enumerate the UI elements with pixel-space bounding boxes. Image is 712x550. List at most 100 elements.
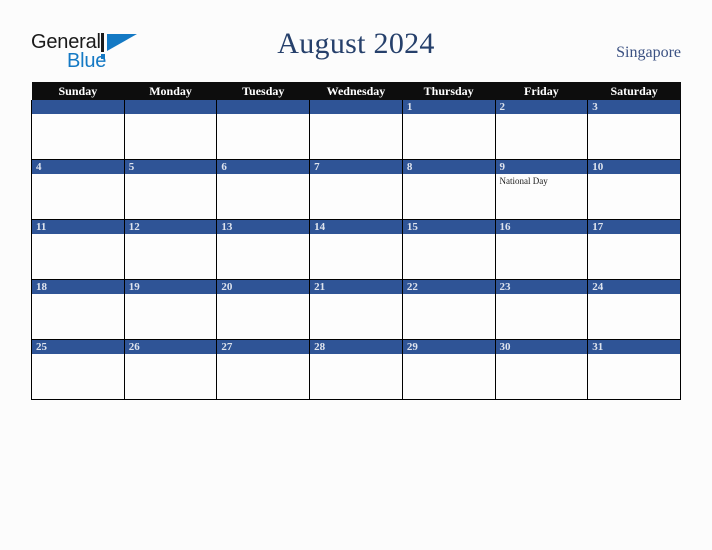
day-events [125,234,217,236]
day-number: 10 [588,160,680,174]
day-events [403,114,495,116]
day-number: 28 [310,340,402,354]
calendar-day-cell[interactable]: 9 National Day [494,159,589,220]
calendar-day-cell[interactable]: 17 [587,219,681,280]
day-events [125,174,217,176]
calendar-day-cell[interactable]: 23 [494,279,589,340]
day-number: 30 [495,340,588,354]
calendar-empty-cell[interactable] [123,100,218,160]
day-events [32,354,124,356]
weekday-header-wednesday: Wednesday [309,82,403,100]
day-number: 7 [310,160,402,174]
calendar-day-cell[interactable]: 26 [123,339,218,400]
day-number: 22 [402,280,495,294]
calendar-page: General Blue August 2024 Singapore Sunda… [0,0,712,550]
calendar-day-cell[interactable]: 8 [401,159,496,220]
day-events [588,174,680,176]
weekday-header-saturday: Saturday [587,82,681,100]
day-number [217,100,310,114]
calendar-day-cell[interactable]: 29 [401,339,496,400]
calendar-day-cell[interactable]: 15 [401,219,496,280]
day-events [125,294,217,296]
day-number: 14 [310,220,402,234]
day-events [310,114,402,116]
day-events [217,114,309,116]
calendar-day-cell[interactable]: 1 [401,100,496,160]
calendar-empty-cell[interactable] [216,100,311,160]
calendar-day-cell[interactable]: 25 [31,339,125,400]
calendar-day-cell[interactable]: 18 [31,279,125,340]
calendar-day-cell[interactable]: 12 [123,219,218,280]
calendar-day-cell[interactable]: 19 [123,279,218,340]
calendar-day-cell[interactable]: 3 [587,100,681,160]
day-number [32,100,124,114]
day-number [124,100,217,114]
day-events [403,234,495,236]
calendar-week-row: 4 5 6 7 8 9 National Day 10 [31,159,681,220]
day-number: 18 [32,280,124,294]
calendar-day-cell[interactable]: 16 [494,219,589,280]
day-events [588,114,680,116]
calendar-week-row: 18 19 20 21 22 23 24 [31,279,681,340]
calendar-day-cell[interactable]: 10 [587,159,681,220]
calendar-day-cell[interactable]: 4 [31,159,125,220]
day-number: 25 [32,340,124,354]
day-events [403,174,495,176]
day-number: 21 [310,280,402,294]
day-number: 9 [495,160,588,174]
day-number [310,100,402,114]
day-events [496,354,588,356]
holiday-event-label: National Day [499,176,548,186]
calendar-day-cell[interactable]: 20 [216,279,311,340]
day-number: 11 [32,220,124,234]
day-number: 31 [588,340,680,354]
calendar-day-cell[interactable]: 27 [216,339,311,400]
day-events: National Day [496,174,588,187]
day-number: 20 [217,280,310,294]
day-number: 6 [217,160,310,174]
day-number: 19 [124,280,217,294]
calendar-week-row: 25 26 27 28 29 30 31 [31,339,681,400]
calendar-day-cell[interactable]: 14 [309,219,403,280]
day-number: 23 [495,280,588,294]
day-events [588,354,680,356]
calendar-day-cell[interactable]: 7 [309,159,403,220]
calendar-day-cell[interactable]: 2 [494,100,589,160]
calendar-empty-cell[interactable] [31,100,125,160]
day-events [310,354,402,356]
calendar-day-cell[interactable]: 5 [123,159,218,220]
day-events [588,294,680,296]
weekday-header-tuesday: Tuesday [216,82,310,100]
calendar-day-cell[interactable]: 21 [309,279,403,340]
day-events [310,174,402,176]
day-events [32,234,124,236]
calendar-day-cell[interactable]: 30 [494,339,589,400]
calendar-day-cell[interactable]: 24 [587,279,681,340]
day-events [496,294,588,296]
page-title: August 2024 [277,27,435,60]
calendar-day-cell[interactable]: 28 [309,339,403,400]
day-events [32,114,124,116]
calendar-week-row: 123 [31,100,681,160]
day-events [217,234,309,236]
calendar-day-cell[interactable]: 6 [216,159,311,220]
calendar-day-cell[interactable]: 13 [216,219,311,280]
day-number: 5 [124,160,217,174]
calendar-body: 1 2 3 4 5 6 7 8 9 National Day 10 11 12 13 14 15 16 17 18 1… [31,100,681,400]
day-number: 26 [124,340,217,354]
day-events [588,234,680,236]
day-events [403,294,495,296]
day-number: 17 [588,220,680,234]
day-events [125,114,217,116]
calendar-day-cell[interactable]: 31 [587,339,681,400]
day-number: 16 [495,220,588,234]
calendar-empty-cell[interactable] [309,100,403,160]
weekday-header-monday: Monday [124,82,217,100]
calendar-day-cell[interactable]: 22 [401,279,496,340]
page-header: General Blue August 2024 Singapore [0,0,712,82]
weekday-header-friday: Friday [495,82,588,100]
day-events [403,354,495,356]
calendar-day-cell[interactable]: 11 [31,219,125,280]
day-events [310,234,402,236]
day-number: 15 [402,220,495,234]
